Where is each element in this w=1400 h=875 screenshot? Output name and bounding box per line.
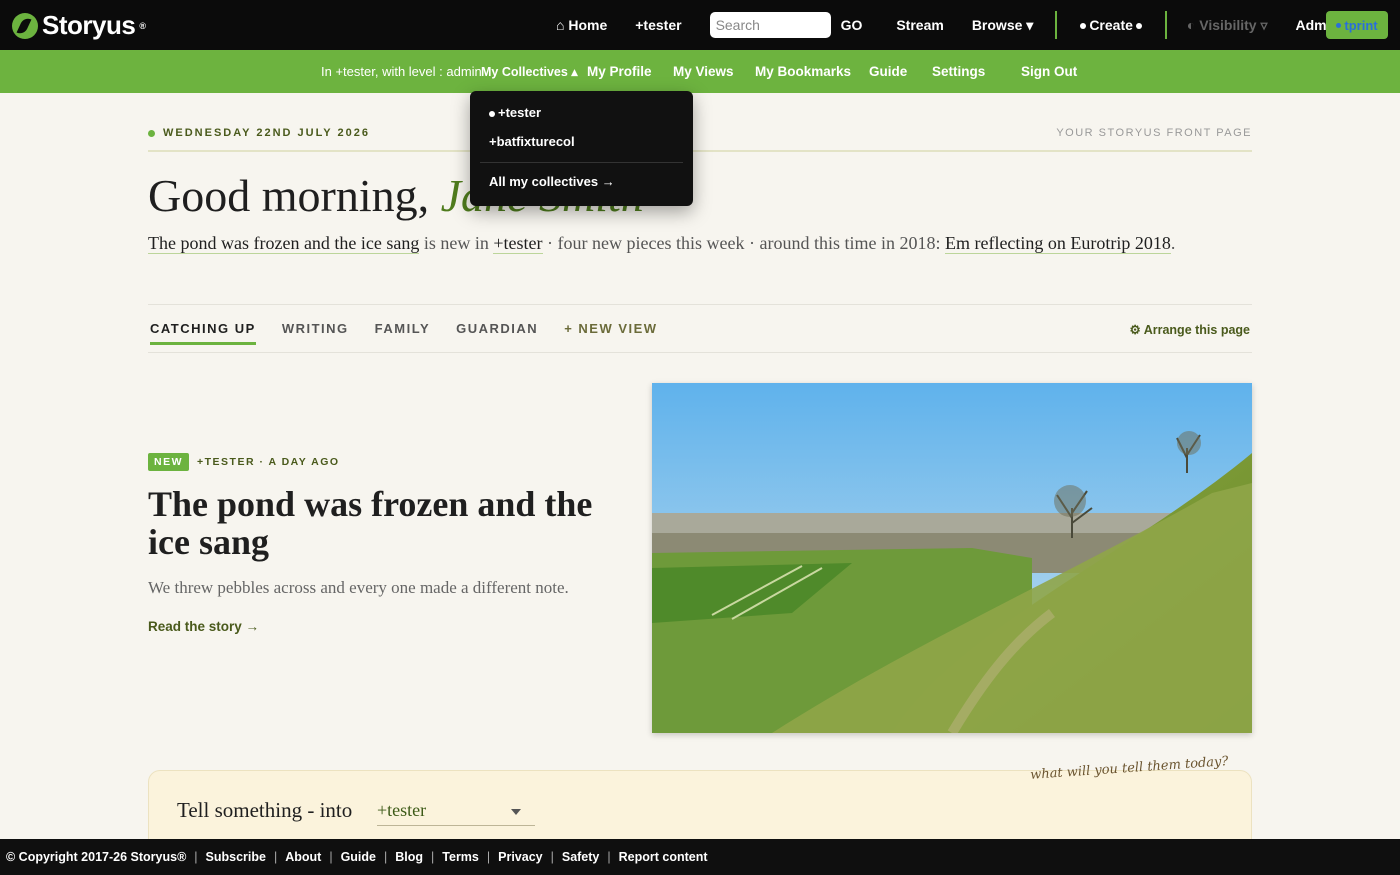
story-cover-image[interactable] xyxy=(652,383,1252,733)
footer-separator: | xyxy=(486,850,491,864)
selected-dot-icon xyxy=(489,110,495,117)
user-account-button[interactable]: tprint xyxy=(1326,11,1388,39)
search-go-button[interactable]: GO xyxy=(841,17,863,33)
tester-collective-link[interactable]: +tester xyxy=(635,17,681,33)
status-dot-icon xyxy=(1336,22,1342,28)
footer-link-report[interactable]: Report content xyxy=(619,850,708,864)
footer-separator: | xyxy=(607,850,611,864)
stream-link[interactable]: Stream xyxy=(896,17,943,33)
my-views-link[interactable]: My Views xyxy=(673,64,734,79)
all-collectives-link[interactable]: All my collectives → xyxy=(489,174,615,189)
top-navigation-bar: Storyus® ⌂ Home +tester GO Stream Browse… xyxy=(0,0,1400,50)
visibility-label: Visibility ▿ xyxy=(1199,16,1268,33)
create-label: Create xyxy=(1089,17,1133,33)
my-collectives-dropdown: +tester +batfixturecol All my collective… xyxy=(470,91,693,206)
collective-link[interactable]: +tester xyxy=(493,233,543,254)
front-page-label: YOUR STORYUS FRONT PAGE xyxy=(1056,127,1252,139)
story-subtitle: We threw pebbles across and every one ma… xyxy=(148,578,569,597)
my-profile-link[interactable]: My Profile xyxy=(587,64,652,79)
dropdown-item-batfixturecol[interactable]: +batfixturecol xyxy=(489,134,575,149)
dot-icon xyxy=(1135,23,1142,30)
eye-icon: ◐ xyxy=(1186,16,1200,33)
home-link[interactable]: ⌂ Home xyxy=(556,17,607,33)
visibility-menu[interactable]: ◐ Visibility ▿ xyxy=(1187,17,1268,34)
landscape-photo xyxy=(652,383,1252,733)
my-collectives-menu[interactable]: My Collectives ▴ xyxy=(481,64,578,79)
footer-separator: | xyxy=(273,850,278,864)
storyus-leaf-icon xyxy=(12,12,38,39)
storyus-logo[interactable]: Storyus ® xyxy=(12,10,146,41)
greeting-text: Good morning, xyxy=(148,170,430,221)
compose-label: Tell something - into xyxy=(177,798,353,822)
tab-guardian[interactable]: GUARDIAN xyxy=(456,321,538,345)
new-badge: NEW xyxy=(148,453,189,471)
footer-link-guide[interactable]: Guide xyxy=(341,850,376,864)
header-divider xyxy=(148,150,1252,152)
summary-end: . xyxy=(1170,233,1176,253)
footer-link-privacy[interactable]: Privacy xyxy=(498,850,542,864)
compose-prompt: what will you tell them today? xyxy=(1030,754,1230,783)
activity-summary: The pond was frozen and the ice sang is … xyxy=(148,230,1248,256)
settings-link[interactable]: Settings xyxy=(932,64,985,79)
footer-link-blog[interactable]: Blog xyxy=(395,850,423,864)
logo-text: Storyus xyxy=(42,10,136,40)
user-level-status: In +tester, with level : admin xyxy=(321,64,482,79)
new-story-link[interactable]: The pond was frozen and the ice sang xyxy=(148,233,420,254)
read-story-link[interactable]: Read the story → xyxy=(148,619,618,634)
summary-text: · four new pieces this week · around thi… xyxy=(542,233,945,253)
create-menu[interactable]: Create xyxy=(1077,17,1145,33)
site-footer: © Copyright 2017-26 Storyus® | Subscribe… xyxy=(0,839,1400,875)
search-input[interactable] xyxy=(709,12,831,38)
featured-story: NEW +TESTER · A DAY AGO The pond was fro… xyxy=(148,453,618,634)
view-tabs: CATCHING UP WRITING FAMILY GUARDIAN + NE… xyxy=(150,321,684,345)
tab-catching-up[interactable]: CATCHING UP xyxy=(150,321,256,345)
footer-separator: | xyxy=(329,850,333,864)
tabs-bottom-divider xyxy=(148,352,1252,353)
footer-separator: | xyxy=(431,850,435,864)
guide-link[interactable]: Guide xyxy=(869,64,907,79)
logo-registered-mark: ® xyxy=(139,20,146,31)
dropdown-item-label: +tester xyxy=(498,105,541,120)
copyright-text: © Copyright 2017-26 Storyus® xyxy=(6,850,187,864)
footer-separator: | xyxy=(384,850,388,864)
summary-text: is new in xyxy=(419,233,494,253)
dot-icon xyxy=(1080,23,1087,30)
user-account-name: tprint xyxy=(1344,17,1378,33)
current-date: WEDNESDAY 22ND JULY 2026 xyxy=(163,127,370,139)
footer-link-safety[interactable]: Safety xyxy=(562,850,600,864)
story-meta: +TESTER · A DAY AGO xyxy=(197,456,340,468)
footer-link-terms[interactable]: Terms xyxy=(442,850,479,864)
sign-out-link[interactable]: Sign Out xyxy=(1021,64,1077,79)
tab-new-view[interactable]: + NEW VIEW xyxy=(564,321,657,345)
story-title[interactable]: The pond was frozen and the ice sang xyxy=(148,485,618,561)
date-line: WEDNESDAY 22ND JULY 2026 xyxy=(148,127,370,139)
story-meta-row: NEW +TESTER · A DAY AGO xyxy=(148,453,618,471)
chevron-down-icon[interactable] xyxy=(511,809,521,815)
footer-link-about[interactable]: About xyxy=(285,850,321,864)
footer-separator: | xyxy=(550,850,554,864)
tab-family[interactable]: FAMILY xyxy=(375,321,430,345)
secondary-navigation-bar: In +tester, with level : admin My Collec… xyxy=(0,50,1400,93)
nav-separator xyxy=(1055,11,1058,39)
footer-link-subscribe[interactable]: Subscribe xyxy=(206,850,266,864)
nav-separator xyxy=(1164,11,1167,39)
tab-writing[interactable]: WRITING xyxy=(282,321,349,345)
browse-menu[interactable]: Browse ▾ xyxy=(972,17,1034,34)
footer-separator: | xyxy=(194,850,198,864)
top-nav-links: ⌂ Home +tester GO Stream Browse ▾ Create… xyxy=(556,0,1392,50)
my-bookmarks-link[interactable]: My Bookmarks xyxy=(755,64,851,79)
arrange-page-link[interactable]: ⚙ Arrange this page xyxy=(1130,322,1251,337)
memory-story-link[interactable]: Em reflecting on Eurotrip 2018 xyxy=(944,233,1171,254)
dropdown-divider xyxy=(480,162,683,163)
tabs-top-divider xyxy=(148,304,1252,305)
dropdown-item-tester[interactable]: +tester xyxy=(489,105,541,120)
green-dot-icon xyxy=(148,129,155,137)
